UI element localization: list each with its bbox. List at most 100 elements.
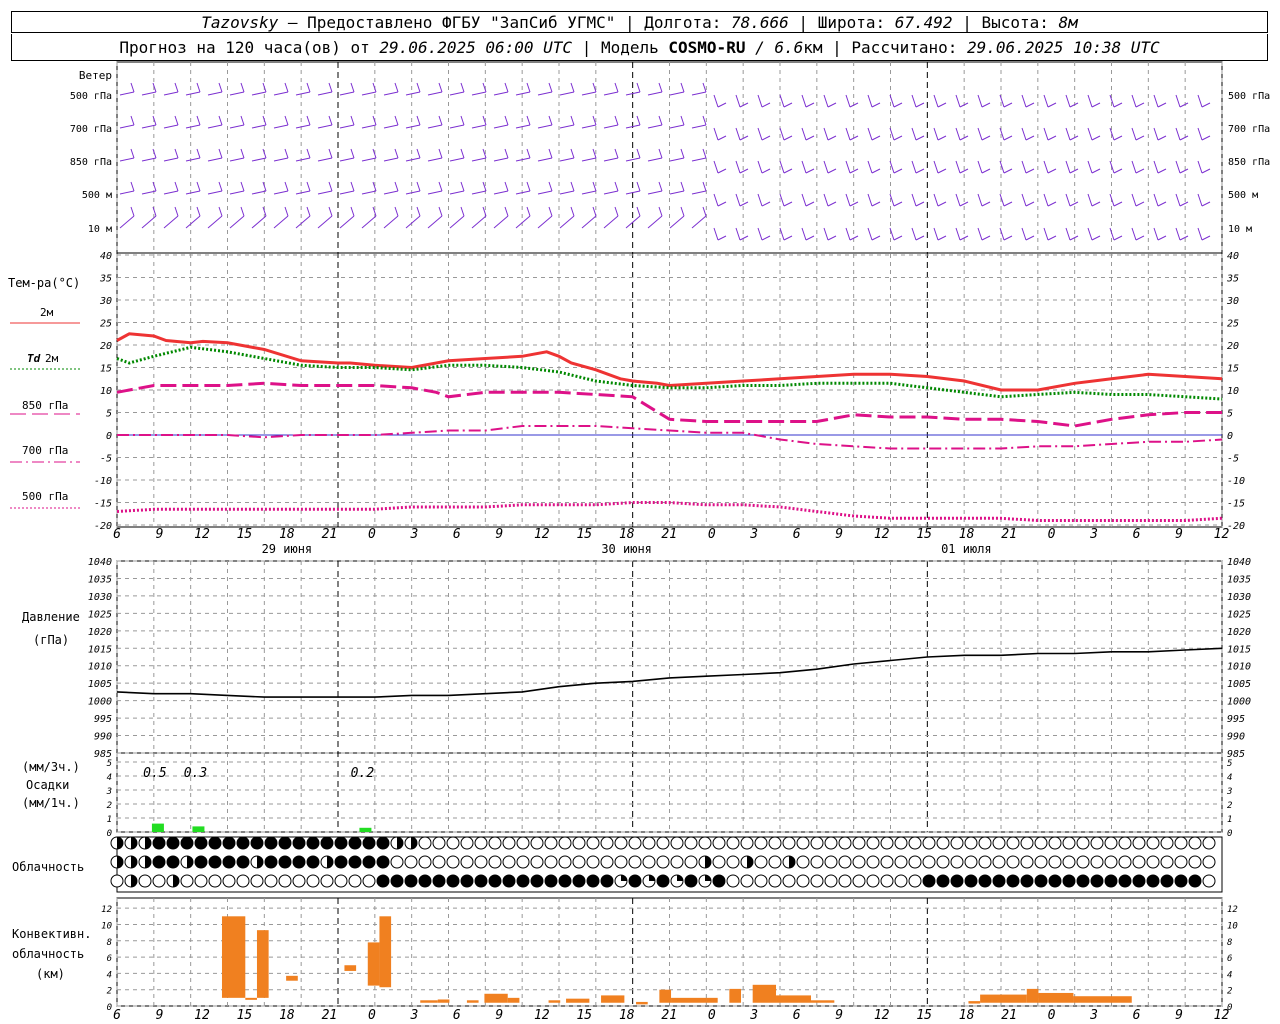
- wind-barb-flag: [1157, 201, 1167, 207]
- cloud-circle: [740, 836, 754, 850]
- cloud-cover-icon: [838, 836, 852, 850]
- wind-barb-shaft: [669, 91, 685, 96]
- hour-tick-label: 6: [453, 1008, 461, 1023]
- conv-tick-right: 4: [1227, 970, 1232, 980]
- wind-barb-flag: [1091, 102, 1101, 108]
- hour-tick-label: 12: [874, 1008, 890, 1023]
- cloud-circle: [418, 855, 432, 869]
- wind-barb-flag: [739, 235, 749, 241]
- cloud-circle: [1174, 836, 1188, 850]
- cloud-circle: [194, 836, 208, 850]
- wind-barb-shaft: [911, 227, 917, 241]
- pressure-tick-left: 1015: [88, 644, 112, 655]
- cloud-cover-icon: [1020, 874, 1034, 888]
- wind-barb-flag: [504, 148, 509, 159]
- legend-500-label: 500 гПа: [22, 490, 68, 503]
- cloud-circle: [964, 855, 978, 869]
- cloud-cover-icon: [614, 836, 628, 850]
- cloud-cover-icon: [418, 836, 432, 850]
- wind-barb-shaft: [757, 193, 763, 207]
- wind-barb-shaft: [317, 124, 333, 129]
- pressure-tick-right: 1025: [1227, 609, 1251, 620]
- cloud-circle: [1188, 855, 1202, 869]
- wind-barb-shaft: [845, 193, 851, 207]
- wind-barb-shaft: [1021, 127, 1027, 141]
- hour-tick-label: 3: [409, 1008, 418, 1023]
- cloud-cover-icon: [558, 855, 572, 869]
- wind-barb-flag: [218, 148, 223, 159]
- cloud-circle: [292, 836, 306, 850]
- wind-barb-shaft: [801, 227, 807, 241]
- cloud-circle: [712, 855, 726, 869]
- wind-barb-flag: [680, 148, 685, 159]
- wind-barb-flag: [130, 115, 135, 126]
- hour-tick-label: 21: [322, 527, 338, 542]
- wind-barb-shaft: [801, 127, 807, 141]
- cloud-circle: [614, 855, 628, 869]
- wind-barb-shaft: [757, 94, 763, 108]
- cloud-cover-icon: [754, 836, 768, 850]
- cloud-half: [131, 856, 137, 868]
- hour-tick-label: 6: [793, 527, 801, 542]
- temp-tick-right: 40: [1227, 251, 1239, 262]
- wind-barb-shaft: [515, 157, 531, 162]
- temp-tick-left: -5: [100, 454, 112, 465]
- wind-barb-shaft: [1175, 227, 1181, 241]
- wind-barb-shaft: [779, 127, 785, 141]
- cloud-cover-icon: [418, 874, 432, 888]
- wind-barb-flag: [504, 206, 509, 217]
- conv-cloud-bar: [811, 1000, 835, 1003]
- cloud-circle: [544, 836, 558, 850]
- wind-barb-flag: [915, 201, 925, 207]
- cloud-cover-icon: [782, 874, 796, 888]
- cloud-circle: [306, 855, 320, 869]
- cloud-cover-icon: [236, 874, 250, 888]
- cloud-cover-icon: [964, 855, 978, 869]
- cloud-circle: [1118, 836, 1132, 850]
- cloud-cover-icon: [642, 874, 656, 888]
- cloud-cover-icon: [166, 855, 180, 869]
- wind-barb-shaft: [427, 124, 443, 129]
- cloud-cover-icon: [1146, 836, 1160, 850]
- cloud-half: [257, 856, 263, 868]
- cloud-circle: [320, 874, 334, 888]
- wind-barb-shaft: [647, 190, 663, 195]
- conv-cloud-bar: [980, 994, 1027, 1003]
- cloud-cover-icon: [1020, 855, 1034, 869]
- wind-level-label-left: 500 гПа: [70, 91, 112, 102]
- wind-barb-shaft: [1131, 227, 1137, 241]
- cloud-circle: [334, 855, 348, 869]
- wind-barb-shaft: [295, 190, 311, 195]
- cloud-circle: [740, 874, 754, 888]
- conv-cloud-bar: [1026, 988, 1039, 1003]
- pressure-tick-left: 1005: [88, 679, 112, 690]
- wind-barb-flag: [262, 115, 267, 126]
- cloud-cover-icon: [670, 836, 684, 850]
- cloud-half: [145, 837, 151, 849]
- cloud-circle: [810, 836, 824, 850]
- wind-barb-flag: [680, 82, 685, 93]
- wind-barb-flag: [1157, 102, 1167, 108]
- cloud-cover-icon: [460, 836, 474, 850]
- legend-t2m-label: 2м: [40, 306, 54, 319]
- wind-barb-shaft: [1197, 94, 1203, 108]
- wind-barb-shaft: [801, 193, 807, 207]
- wind-barb-shaft: [185, 157, 201, 162]
- cloud-circle: [838, 855, 852, 869]
- date-label: 29 июня: [262, 542, 313, 556]
- cloud-cover-icon: [698, 836, 712, 850]
- cloud-circle: [1132, 836, 1146, 850]
- pressure-tick-left: 1025: [88, 609, 112, 620]
- cloud-circle: [348, 874, 362, 888]
- temp-series-line: [117, 425, 1223, 450]
- cloud-cover-icon: [894, 874, 908, 888]
- conv-cloud-bar: [256, 930, 269, 998]
- cloud-circle: [796, 836, 810, 850]
- wind-barb-flag: [504, 115, 509, 126]
- hour-tick-label: 18: [279, 527, 295, 542]
- cloud-cover-icon: [614, 874, 628, 888]
- cloud-circle: [516, 836, 530, 850]
- wind-barb-shaft: [581, 190, 597, 195]
- cloud-cover-icon: [460, 855, 474, 869]
- wind-barb-shaft: [867, 127, 873, 141]
